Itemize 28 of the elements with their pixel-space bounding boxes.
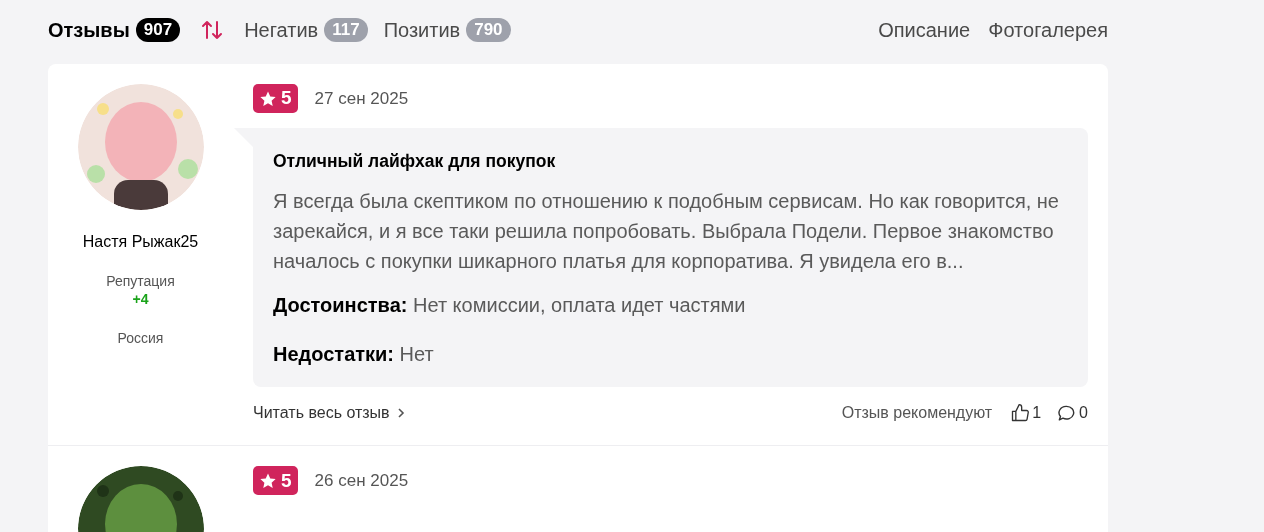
count-badge: 117 <box>324 18 368 42</box>
comment-icon <box>1057 403 1077 423</box>
thumbs-up-icon <box>1010 403 1031 424</box>
recommend-label: Отзыв рекомендуют <box>841 403 993 424</box>
nav-link[interactable]: Описание <box>878 15 971 45</box>
review-title: Отличный лайфхак для покупок <box>273 150 557 173</box>
reputation-value: +4 <box>132 290 149 308</box>
review-tab[interactable]: Отзывы 907 <box>48 15 181 45</box>
comments-button[interactable]: 0 <box>1057 401 1088 426</box>
rating-badge: 5 <box>253 84 298 113</box>
read-more-link[interactable]: Читать весь отзыв <box>253 401 406 426</box>
review-date: 27 сен 2025 <box>314 87 409 110</box>
like-button[interactable]: 1 <box>1010 401 1042 426</box>
count-badge: 790 <box>466 18 511 42</box>
nav-link[interactable]: Фотогалерея <box>988 15 1108 45</box>
pros-text: Достоинства: Нет комиссии, оплата идет частями <box>273 293 747 319</box>
cons-text: Недостатки: Нет <box>273 342 435 368</box>
sort-icon <box>200 18 225 42</box>
rating-badge: 5 <box>253 466 298 496</box>
chevron-right-icon <box>395 407 406 420</box>
review-date: 26 сен 2025 <box>314 470 409 492</box>
review-tab[interactable]: Позитив 790 <box>383 15 511 45</box>
reputation-label: Репутация <box>106 272 175 290</box>
review-tab[interactable]: Негатив 117 <box>244 15 368 45</box>
country-label: Россия <box>117 329 164 348</box>
author-name[interactable]: Настя Рыжак25 <box>82 230 199 254</box>
count-badge: 907 <box>135 18 181 42</box>
review-text: Я всегда была скептиком по отношению к подобным сервисам. Но как говорится, не зарекайся, и я все таки решила попробовать. Выбрала Подели. Первое знакомство началось с покупки шикарного платья для корпоратива. Я увидела его в... <box>273 189 1060 275</box>
